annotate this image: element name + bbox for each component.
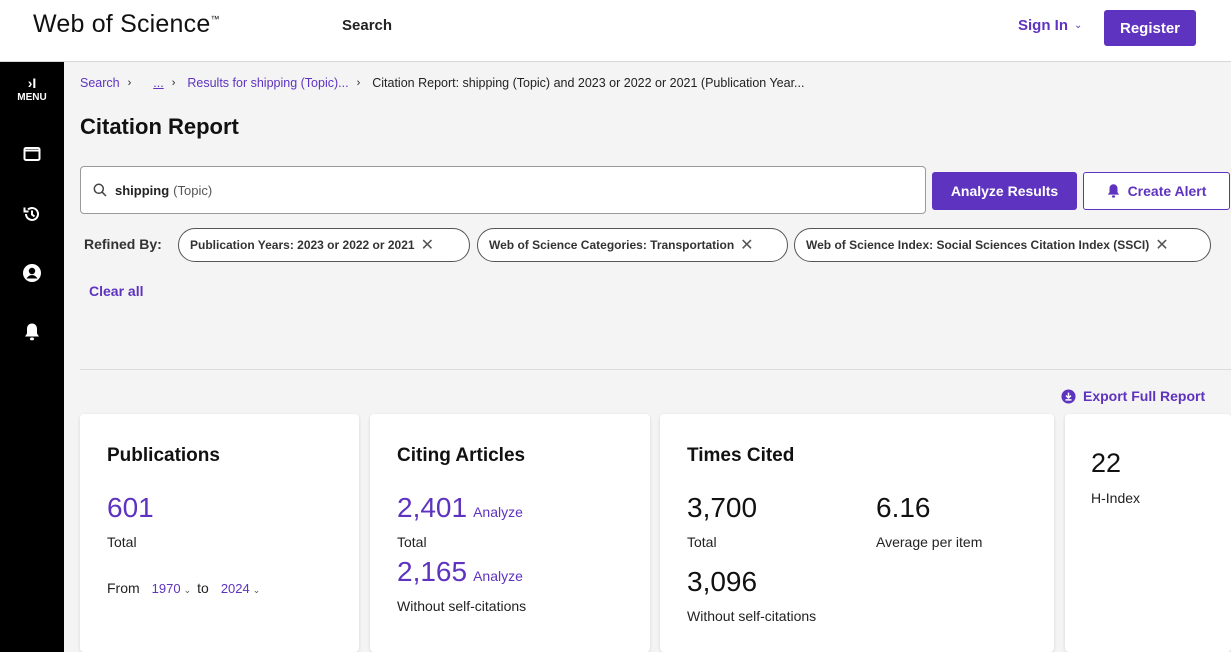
filter-chip-label: Publication Years: 2023 or 2022 or 2021: [190, 238, 415, 252]
filter-chip-index[interactable]: Web of Science Index: Social Sciences Ci…: [794, 228, 1211, 262]
register-button[interactable]: Register: [1104, 10, 1196, 46]
menu-label: MENU: [17, 92, 47, 103]
citing-articles-card: Citing Articles 2,401 Analyze Total 2,16…: [370, 414, 650, 652]
breadcrumb-separator-icon: ›: [356, 77, 361, 89]
card-title: Times Cited: [687, 445, 795, 466]
brand-logo[interactable]: Web of Science™: [33, 10, 220, 39]
create-alert-button[interactable]: Create Alert: [1083, 172, 1230, 210]
average-per-item-label: Average per item: [876, 534, 983, 550]
to-label: to: [197, 580, 209, 596]
history-icon: [23, 206, 39, 221]
citing-total-label: Total: [397, 534, 427, 550]
folder-icon: [23, 147, 41, 161]
header-search-link[interactable]: Search: [342, 17, 392, 34]
filter-chip-categories[interactable]: Web of Science Categories: Transportatio…: [477, 228, 788, 262]
citing-total-row: 2,401 Analyze: [397, 492, 523, 524]
times-cited-total-value: 3,700: [687, 492, 758, 523]
citing-without-self-analyze-link[interactable]: Analyze: [473, 568, 523, 584]
times-cited-card: Times Cited 3,700 Total 6.16 Average per…: [660, 414, 1054, 652]
query-term: shipping: [115, 182, 170, 198]
brand-trademark: ™: [210, 14, 220, 24]
side-rail: ›I MENU: [0, 62, 64, 652]
times-cited-without-self-label: Without self-citations: [687, 608, 817, 624]
filter-chip-label: Web of Science Index: Social Sciences Ci…: [806, 238, 1150, 252]
chevron-down-icon: ⌄: [1074, 20, 1083, 31]
top-header: Web of Science™ Search Sign In ⌄ Registe…: [0, 0, 1231, 62]
close-icon[interactable]: ✕: [740, 235, 753, 255]
breadcrumb-results[interactable]: Results for shipping (Topic)...: [187, 76, 348, 90]
breadcrumb-ellipsis[interactable]: ...: [153, 76, 163, 90]
bell-icon: [1107, 184, 1119, 198]
h-index-card: 22 H-Index: [1065, 414, 1231, 652]
close-icon[interactable]: ✕: [421, 235, 434, 255]
citing-without-self-label: Without self-citations: [397, 598, 527, 614]
brand-name: Web of Science: [33, 10, 211, 38]
citing-without-self-value[interactable]: 2,165: [397, 556, 467, 588]
from-year-select[interactable]: 1970 ⌄: [152, 581, 191, 596]
sign-in-menu[interactable]: Sign In ⌄: [1018, 17, 1082, 34]
publications-total-label: Total: [107, 534, 137, 550]
download-icon: [1061, 388, 1076, 404]
breadcrumb-current: Citation Report: shipping (Topic) and 20…: [372, 76, 805, 90]
times-cited-total-label: Total: [687, 534, 717, 550]
card-title: Publications: [107, 445, 220, 466]
publications-card: Publications 601 Total From 1970 ⌄ to 202…: [80, 414, 359, 652]
search-icon: [93, 183, 107, 197]
times-cited-without-self-value: 3,096: [687, 566, 758, 597]
rail-item-alerts[interactable]: [0, 322, 64, 342]
to-year-select[interactable]: 2024 ⌄: [221, 581, 260, 596]
citing-total-analyze-link[interactable]: Analyze: [473, 504, 523, 520]
chevron-down-icon: ⌄: [183, 584, 192, 595]
user-avatar-icon: [23, 264, 41, 282]
expand-menu-icon: ›I: [27, 75, 37, 91]
rail-item-folders[interactable]: [0, 146, 64, 162]
query-box[interactable]: shipping (Topic): [80, 166, 926, 214]
section-divider: [80, 369, 1231, 370]
year-range: From 1970 ⌄ to 2024 ⌄: [107, 580, 266, 596]
breadcrumb-separator-icon: ›: [127, 77, 132, 89]
card-title: Citing Articles: [397, 445, 526, 466]
publications-total-value: 601: [107, 492, 154, 523]
chevron-down-icon: ⌄: [252, 584, 261, 595]
breadcrumb: Search › ... › Results for shipping (Top…: [80, 76, 804, 90]
breadcrumb-separator-icon: ›: [171, 77, 176, 89]
sign-in-label: Sign In: [1018, 17, 1068, 34]
citing-without-self-row: 2,165 Analyze: [397, 556, 523, 588]
refined-by-label: Refined By:: [84, 236, 162, 252]
citing-total-value[interactable]: 2,401: [397, 492, 467, 524]
breadcrumb-search[interactable]: Search: [80, 76, 120, 90]
analyze-results-button[interactable]: Analyze Results: [932, 172, 1077, 210]
h-index-value: 22: [1091, 448, 1122, 478]
create-alert-label: Create Alert: [1127, 183, 1207, 199]
page-title: Citation Report: [80, 114, 239, 139]
clear-all-link[interactable]: Clear all: [89, 283, 143, 299]
filter-chip-publication-years[interactable]: Publication Years: 2023 or 2022 or 2021 …: [178, 228, 470, 262]
filter-chip-label: Web of Science Categories: Transportatio…: [489, 238, 735, 252]
close-icon[interactable]: ✕: [1155, 235, 1168, 255]
menu-toggle[interactable]: ›I MENU: [0, 76, 64, 103]
from-year-value: 1970: [151, 580, 181, 596]
export-label: Export Full Report: [1083, 388, 1206, 404]
rail-item-profile[interactable]: [0, 263, 64, 283]
bell-icon: [25, 323, 39, 341]
rail-item-history[interactable]: [0, 204, 64, 224]
export-full-report-button[interactable]: Export Full Report: [1061, 388, 1205, 404]
to-year-value: 2024: [220, 580, 250, 596]
from-label: From: [107, 580, 140, 596]
query-field: (Topic): [173, 182, 213, 198]
average-per-item-value: 6.16: [876, 492, 931, 523]
h-index-label: H-Index: [1091, 490, 1141, 506]
